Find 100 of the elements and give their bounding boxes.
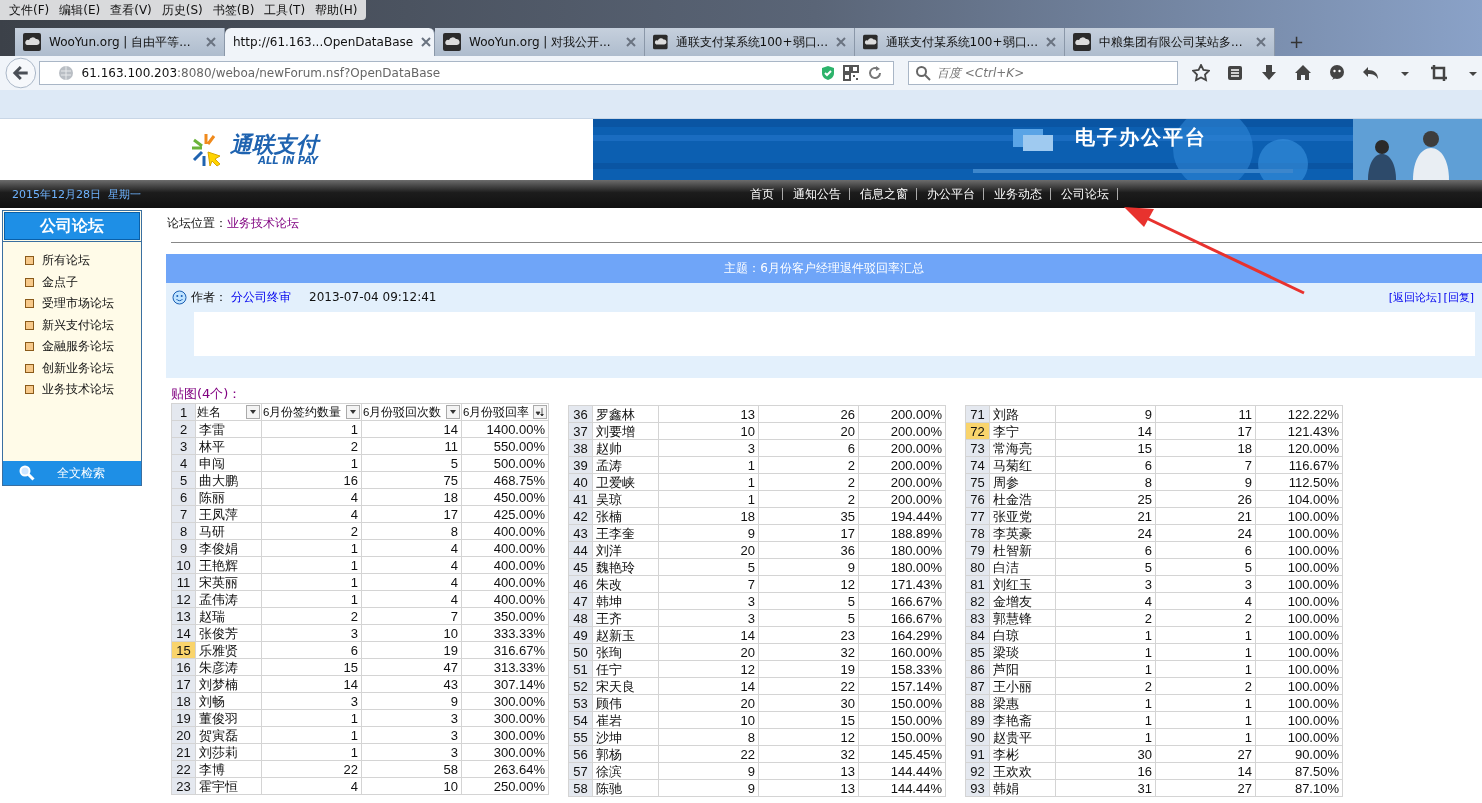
close-icon[interactable] (421, 37, 432, 47)
table-cell: 陈驰 (592, 779, 659, 797)
filter-button[interactable] (246, 405, 260, 419)
close-icon[interactable] (626, 37, 636, 47)
table-cell: 罗鑫林 (592, 405, 659, 423)
menu-item[interactable]: 历史(S) (156, 1, 208, 19)
table-cell: 30 (1055, 745, 1156, 763)
table-cell: 19 (361, 641, 462, 659)
table-cell: 333.33% (461, 624, 549, 642)
table-cell: 20 (658, 694, 759, 712)
close-icon[interactable] (836, 37, 846, 47)
table-cell: 孟伟涛 (195, 590, 262, 608)
back-button[interactable] (5, 57, 37, 89)
menu-item[interactable]: 工具(T) (259, 1, 311, 19)
table-cell: 100.00% (1255, 609, 1343, 627)
sidebar-link[interactable]: 业务技术论坛 (42, 381, 114, 399)
nav-link[interactable]: 首页 (740, 188, 783, 200)
table-cell: 32 (758, 643, 859, 661)
row-number: 71 (965, 405, 990, 423)
nav-link[interactable]: 办公平台 (917, 188, 984, 200)
menu-item[interactable]: 查看(V) (105, 1, 157, 19)
table-cell: 崔岩 (592, 711, 659, 729)
location-link[interactable]: 业务技术论坛 (227, 214, 299, 232)
table-cell: 100.00% (1255, 643, 1343, 661)
post-link[interactable]: [返回论坛] (1388, 289, 1442, 305)
table-cell: 孟涛 (592, 456, 659, 474)
table-cell: 9 (1055, 405, 1156, 423)
browser-tab[interactable]: WooYun.org | 自由平等... (15, 28, 225, 56)
table-cell: 2 (758, 456, 859, 474)
table-cell: 任宁 (592, 660, 659, 678)
table-cell: 10 (361, 777, 462, 795)
table-cell: 200.00% (858, 405, 946, 423)
browser-tab[interactable]: 通联支付某系统100+弱口... (855, 28, 1065, 56)
post-link[interactable]: [回复] (1443, 289, 1474, 305)
sidebar-link[interactable]: 金融服务论坛 (42, 338, 114, 356)
table-cell: 100.00% (1255, 694, 1343, 712)
column-header: 6月份驳回次数 (363, 404, 442, 420)
filter-button[interactable] (446, 405, 460, 419)
home-icon[interactable] (1294, 64, 1312, 82)
download-icon[interactable] (1260, 64, 1278, 82)
reload-icon[interactable] (867, 65, 883, 81)
search-field[interactable]: 百度 <Ctrl+K> (908, 61, 1178, 85)
browser-tab[interactable]: 中粮集团有限公司某站多... (1065, 28, 1275, 56)
menu-item[interactable]: 编辑(E) (54, 1, 106, 19)
browser-tab[interactable]: 通联支付某系统100+弱口... (645, 28, 855, 56)
sidebar-link[interactable]: 受理市场论坛 (42, 295, 114, 313)
close-icon[interactable] (1256, 37, 1266, 47)
table-cell: 3 (658, 439, 759, 457)
table-cell: 张亚党 (989, 507, 1056, 525)
table-cell: 20 (758, 422, 859, 440)
browser-tab[interactable]: http://61.163...OpenDataBase (225, 28, 435, 56)
table-cell: 刘路 (989, 405, 1056, 423)
sidebar-link[interactable]: 金点子 (42, 273, 78, 291)
menu-item[interactable]: 帮助(H) (310, 1, 363, 19)
table-cell: 杜智新 (989, 541, 1056, 559)
table-cell: 李雷 (195, 420, 262, 438)
table-cell: 1 (261, 590, 362, 608)
address-field[interactable]: 61.163.100.203:8080/weboa/newForum.nsf?OpenDataBase (38, 61, 894, 85)
search-icon (915, 65, 931, 81)
sidebar-link[interactable]: 创新业务论坛 (42, 359, 114, 377)
author-link[interactable]: 分公司终审 (231, 288, 291, 306)
nav-link[interactable]: 信息之窗 (850, 188, 917, 200)
table-cell: 王李奎 (592, 524, 659, 542)
sidebar-link[interactable]: 所有论坛 (42, 252, 90, 270)
sidebar-link[interactable]: 新兴支付论坛 (42, 316, 114, 334)
qr-code-icon[interactable] (843, 65, 859, 81)
tab-title: WooYun.org | 自由平等... (49, 33, 192, 51)
table-cell: 87.10% (1255, 779, 1343, 797)
chat-icon[interactable] (1328, 64, 1346, 82)
table-cell: 王齐 (592, 609, 659, 627)
clipboard-icon[interactable] (1226, 64, 1244, 82)
table-cell: 1 (1155, 694, 1256, 712)
table-cell: 194.44% (858, 507, 946, 525)
nav-link[interactable]: 业务动态 (984, 188, 1051, 200)
table-cell: 1 (261, 454, 362, 472)
sort-filter-button[interactable] (533, 405, 547, 419)
menu-item[interactable]: 文件(F) (4, 1, 55, 19)
table-cell: 22 (758, 677, 859, 695)
table-cell: 200.00% (858, 473, 946, 491)
table-cell: 李艳斋 (989, 711, 1056, 729)
table-cell: 9 (1155, 473, 1256, 491)
table-cell: 乐雅贤 (195, 641, 262, 659)
table-cell: 23 (758, 626, 859, 644)
new-tab-button[interactable]: + (1275, 31, 1319, 56)
menu-item[interactable]: 书签(B) (207, 1, 260, 19)
close-icon[interactable] (206, 37, 216, 47)
table-cell: 10 (361, 624, 462, 642)
nav-link[interactable]: 公司论坛 (1051, 188, 1118, 200)
browser-tab[interactable]: WooYun.org | 对我公开... (435, 28, 645, 56)
table-cell: 12 (758, 575, 859, 593)
table-cell: 112.50% (1255, 473, 1343, 491)
close-icon[interactable] (1046, 37, 1056, 47)
star-icon[interactable] (1192, 64, 1210, 82)
crop-icon[interactable] (1430, 64, 1448, 82)
table-cell: 2 (1055, 677, 1156, 695)
nav-link[interactable]: 通知公告 (783, 188, 850, 200)
cloud-icon (443, 33, 461, 51)
attachments-label: 贴图(4个)： (171, 385, 243, 403)
table-cell: 8 (1055, 473, 1156, 491)
filter-button[interactable] (346, 405, 360, 419)
